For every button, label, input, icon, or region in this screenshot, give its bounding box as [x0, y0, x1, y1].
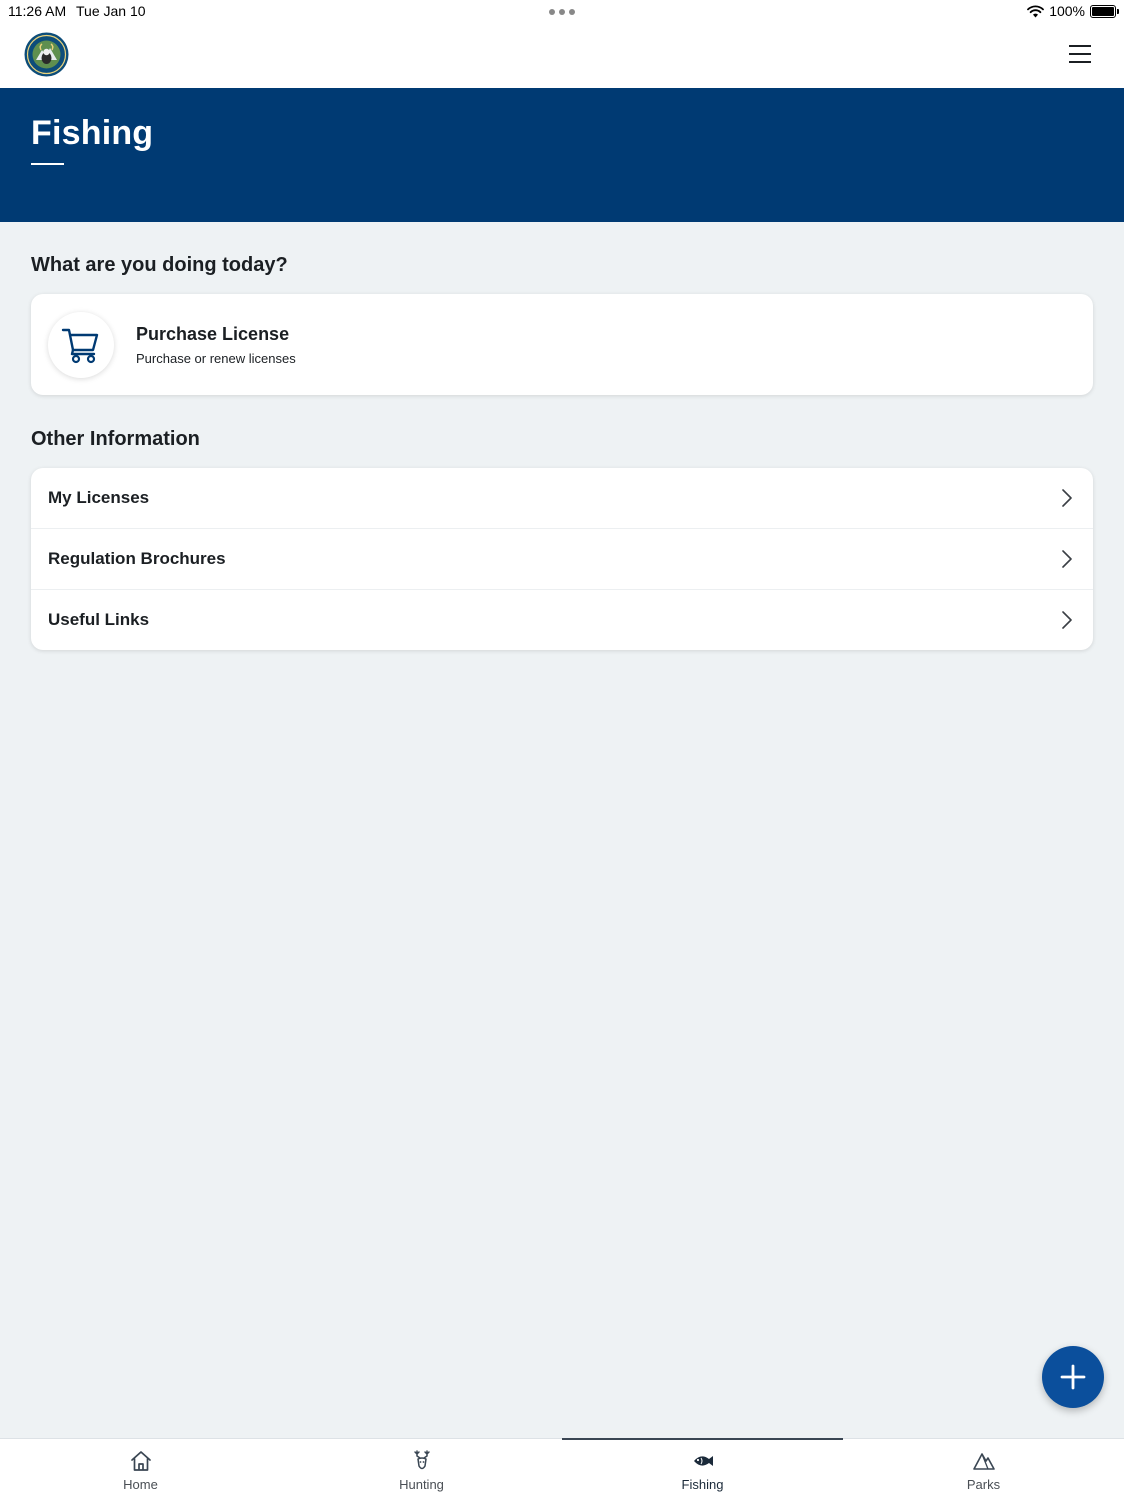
status-time: 11:26 AM — [8, 3, 67, 19]
tab-label: Hunting — [399, 1477, 444, 1492]
mountain-icon — [972, 1453, 995, 1470]
hero-banner: Fishing — [0, 88, 1124, 222]
tab-label: Fishing — [681, 1477, 724, 1492]
list-item-regulation-brochures[interactable]: Regulation Brochures — [31, 529, 1093, 590]
purchase-license-card[interactable]: Purchase License Purchase or renew licen… — [31, 294, 1093, 395]
list-item-label: My Licenses — [48, 488, 150, 507]
status-date: Tue Jan 10 — [76, 3, 146, 19]
hamburger-menu-icon[interactable] — [1068, 42, 1094, 66]
multitasking-dots-icon[interactable] — [549, 9, 575, 15]
colorado-parks-wildlife-logo[interactable] — [24, 32, 69, 77]
plus-icon — [1060, 1364, 1086, 1390]
cart-icon — [61, 328, 99, 364]
chevron-right-icon — [1062, 489, 1072, 507]
home-icon — [130, 1451, 151, 1471]
status-right: 100% — [1027, 3, 1119, 19]
fish-icon — [693, 1456, 713, 1466]
page-title: Fishing — [31, 114, 154, 152]
tab-home[interactable]: Home — [0, 1439, 281, 1500]
other-info-section-title: Other Information — [31, 428, 200, 450]
status-bar: 11:26 AM Tue Jan 10 100% — [0, 0, 1124, 24]
chevron-right-icon — [1062, 611, 1072, 629]
bottom-tab-bar: Home Hunting Fishing Parks — [0, 1438, 1124, 1500]
add-fab-button[interactable] — [1042, 1346, 1104, 1408]
deer-icon — [413, 1450, 430, 1470]
other-info-list: My Licenses Regulation Brochures Useful … — [31, 468, 1093, 650]
purchase-license-subtitle: Purchase or renew licenses — [136, 351, 296, 366]
list-item-label: Regulation Brochures — [48, 549, 226, 568]
list-item-my-licenses[interactable]: My Licenses — [31, 468, 1093, 529]
tab-fishing[interactable]: Fishing — [562, 1438, 843, 1500]
tab-hunting[interactable]: Hunting — [281, 1439, 562, 1500]
tab-parks[interactable]: Parks — [843, 1439, 1124, 1500]
list-item-useful-links[interactable]: Useful Links — [31, 590, 1093, 650]
list-item-label: Useful Links — [48, 610, 150, 629]
battery-icon — [1090, 4, 1119, 18]
purchase-license-title: Purchase License — [136, 324, 290, 344]
chevron-right-icon — [1062, 550, 1072, 568]
title-underline — [31, 163, 64, 165]
tab-label: Home — [123, 1477, 158, 1492]
cart-icon-circle — [48, 312, 114, 378]
wifi-icon — [1027, 5, 1045, 17]
battery-percent: 100% — [1049, 3, 1085, 19]
tab-label: Parks — [966, 1477, 1001, 1492]
app-header — [0, 24, 1124, 88]
actions-section-title: What are you doing today? — [31, 254, 288, 276]
